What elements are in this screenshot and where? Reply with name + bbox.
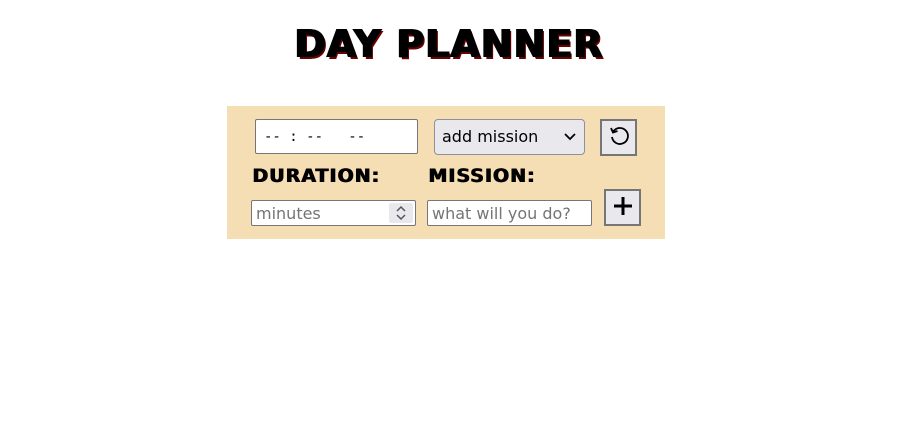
time-input[interactable]: -- : -- -- [255, 119, 418, 154]
reset-icon [608, 125, 630, 151]
mission-input[interactable] [427, 200, 592, 226]
add-button[interactable] [604, 189, 641, 226]
page: DAY PLANNER -- : -- -- add mission DURAT… [0, 0, 898, 439]
mission-field[interactable] [428, 201, 590, 225]
reset-button[interactable] [600, 119, 637, 156]
mission-label: MISSION: [428, 165, 536, 187]
planner-form: -- : -- -- add mission DURATION: MISSION… [227, 106, 665, 239]
mission-select-value: add mission [442, 127, 539, 146]
duration-input[interactable] [251, 200, 416, 226]
page-title: DAY PLANNER [294, 22, 604, 66]
chevron-down-icon [564, 120, 576, 154]
stepper-icon[interactable] [389, 203, 413, 223]
duration-label: DURATION: [252, 165, 380, 187]
mission-select[interactable]: add mission [434, 119, 585, 155]
duration-field[interactable] [252, 201, 386, 225]
plus-icon [612, 195, 634, 221]
